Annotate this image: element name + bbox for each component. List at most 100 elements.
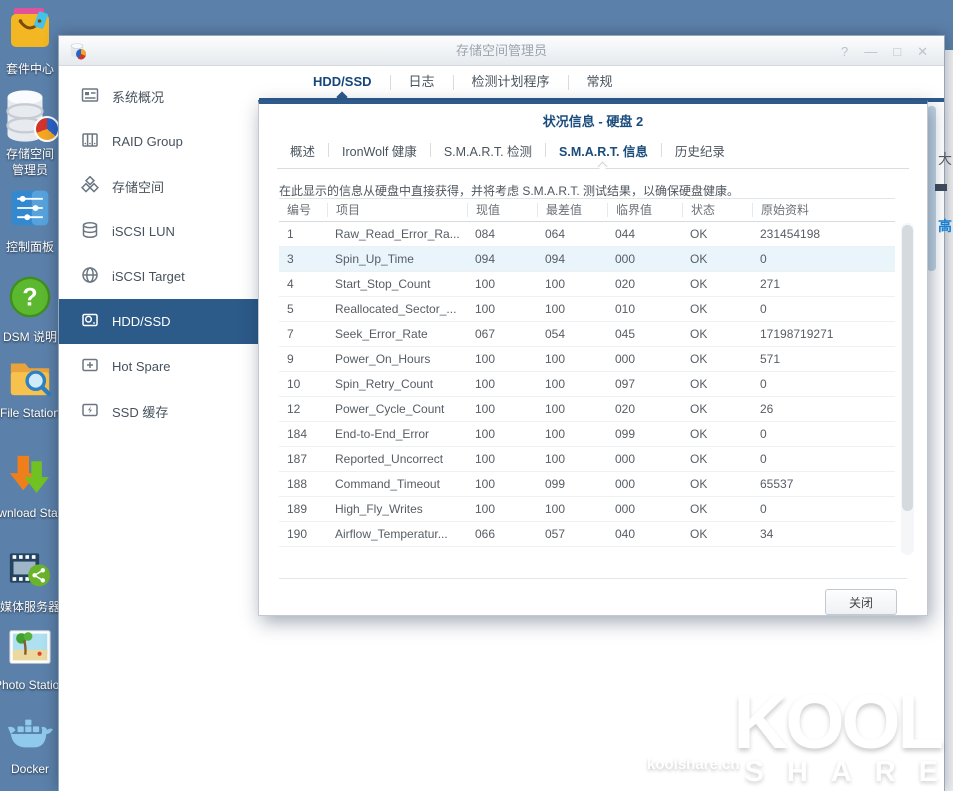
desktop-icon-media-server[interactable]: 媒体服务器 [0,546,60,615]
column-header[interactable]: 现值 [467,203,537,217]
maximize-icon[interactable]: □ [893,45,901,58]
table-row[interactable]: 5 Reallocated_Sector_... 100 100 010 OK 0 [279,297,895,322]
dialog-tab-4[interactable]: S.M.A.R.T. 信息 [546,141,661,171]
hdd-icon [81,311,99,332]
main-tab-2[interactable]: 日志 [391,66,453,98]
sidebar-item-overview[interactable]: 系统概况 [59,74,259,119]
sidebar-item-spare[interactable]: Hot Spare [59,344,259,389]
minimize-icon[interactable]: — [864,45,877,58]
smart-info-dialog: 状况信息 - 硬盘 2 概述 IronWolf 健康 S.M.A.R.T. 检测 S.… [258,100,928,616]
cell-threshold: 000 [615,352,636,366]
table-row[interactable]: 4 Start_Stop_Count 100 100 020 OK 271 [279,272,895,297]
sidebar-item-hdd[interactable]: HDD/SSD [59,299,259,344]
desktop-icon-dsm-help[interactable]: ? DSM 说明 [0,274,60,345]
desktop-icon-label: File Station [0,406,61,420]
sidebar-item-label: SSD 缓存 [112,405,169,420]
photo-icon [7,624,53,675]
cell-status: OK [690,452,708,466]
target-icon [81,266,99,287]
cell-threshold: 020 [615,402,636,416]
desktop-icon-photo-station[interactable]: Photo Station [0,624,66,692]
dialog-tab-bar: 概述 IronWolf 健康 S.M.A.R.T. 检测 S.M.A.R.T. 信息历… [277,137,927,171]
sidebar-item-cache[interactable]: SSD 缓存 [59,389,259,434]
cell-worst: 099 [545,477,566,491]
desktop-icon-control-panel[interactable]: 控制面板 [0,186,60,255]
question-mark-icon: ? [7,274,53,325]
cell-raw: 34 [760,527,774,541]
cell-threshold: 000 [615,477,636,491]
cell-status: OK [690,402,708,416]
table-row[interactable]: 3 Spin_Up_Time 094 094 000 OK 0 [279,247,895,272]
cell-status: OK [690,227,708,241]
table-row[interactable]: 188 Command_Timeout 100 099 000 OK 65537 [279,472,895,497]
table-row[interactable]: 1 Raw_Read_Error_Ra... 084 064 044 OK 23145419… [279,222,895,247]
cell-raw: 0 [760,502,767,516]
dialog-tab-2[interactable]: IronWolf 健康 [329,141,430,160]
cell-raw: 17198719271 [760,327,834,341]
cell-item: Spin_Retry_Count [335,377,434,391]
cell-status: OK [690,252,708,266]
table-row[interactable]: 190 Airflow_Temperatur... 066 057 040 OK 34 [279,522,895,547]
desktop-icon-label: 控制面板 [5,240,54,254]
desktop-icon-docker[interactable]: Docker [0,714,60,776]
help-icon[interactable]: ? [841,45,848,58]
table-row[interactable]: 184 End-to-End_Error 100 100 099 OK 0 [279,422,895,447]
column-header[interactable]: 状态 [682,203,752,217]
table-scrollbar[interactable] [901,223,914,555]
cell-worst: 054 [545,327,566,341]
table-header-row: 编号 项目 现值 最差值 临界值 状态 原始资料 [279,198,895,222]
table-row[interactable]: 189 High_Fly_Writes 100 100 000 OK 0 [279,497,895,522]
volume-icon [80,175,100,197]
column-header[interactable]: 项目 [327,203,467,217]
svg-text:?: ? [22,284,37,312]
desktop-icon-label: 媒体服务器 [0,600,61,614]
desktop-icon-storage-manager[interactable]: 存储空间管理员 [0,88,60,178]
table-row[interactable]: 7 Seek_Error_Rate 067 054 045 OK 17198719271 [279,322,895,347]
dialog-tab-1[interactable]: 概述 [277,141,328,160]
cell-current: 100 [475,402,496,416]
desktop-icon-package-center[interactable]: 套件中心 [0,4,60,77]
table-row[interactable]: 9 Power_On_Hours 100 100 000 OK 571 [279,347,895,372]
column-header[interactable]: 临界值 [607,203,682,217]
table-row[interactable]: 12 Power_Cycle_Count 100 100 020 OK 26 [279,397,895,422]
desktop-icon-download-station[interactable]: Download Station [0,452,77,520]
table-row[interactable]: 10 Spin_Retry_Count 100 100 097 OK 0 [279,372,895,397]
column-header[interactable]: 最差值 [537,203,607,217]
main-tab-bar: HDD/SSD 日志 检测计划程序 常规 [259,66,944,103]
cell-worst: 100 [545,277,566,291]
cell-raw: 0 [760,377,767,391]
column-header[interactable]: 编号 [279,203,327,217]
main-tab-3[interactable]: 检测计划程序 [454,66,568,98]
cell-item: Reallocated_Sector_... [335,302,457,316]
dialog-tab-5[interactable]: 历史纪录 [662,141,738,160]
cell-current: 100 [475,452,496,466]
sidebar-item-raid[interactable]: RAID Group [59,119,259,164]
sidebar-item-target[interactable]: iSCSI Target [59,254,259,299]
lun-icon [81,221,99,242]
close-button[interactable]: 关闭 [825,589,897,615]
cell-status: OK [690,477,708,491]
cell-id: 188 [287,477,308,491]
dialog-tab-3[interactable]: S.M.A.R.T. 检测 [431,141,545,160]
window-titlebar: 存储空间管理员 ? — □ ✕ [59,36,944,66]
cell-item: Power_Cycle_Count [335,402,445,416]
cell-item: High_Fly_Writes [335,502,423,516]
occluded-link-fragment: 高 [938,218,952,234]
column-header[interactable]: 原始资料 [752,203,895,217]
occluded-panel-bar [935,184,947,191]
cell-worst: 100 [545,452,566,466]
cell-threshold: 020 [615,277,636,291]
close-icon[interactable]: ✕ [917,45,928,58]
desktop-icon-file-station[interactable]: File Station [0,352,60,420]
cell-id: 12 [287,402,301,416]
sidebar-item-label: RAID Group [112,134,183,149]
main-tab-4[interactable]: 常规 [569,66,631,98]
table-scrollbar-thumb[interactable] [902,225,913,511]
table-row[interactable]: 187 Reported_Uncorrect 100 100 000 OK 0 [279,447,895,472]
storage-manager-icon [4,88,60,144]
sidebar-item-label: 存储空间 [112,180,165,195]
sidebar-item-volume[interactable]: 存储空间 [59,164,259,209]
sidebar-item-lun[interactable]: iSCSI LUN [59,209,259,254]
main-tab-1[interactable]: HDD/SSD [295,66,390,103]
cell-item: Start_Stop_Count [335,277,431,291]
